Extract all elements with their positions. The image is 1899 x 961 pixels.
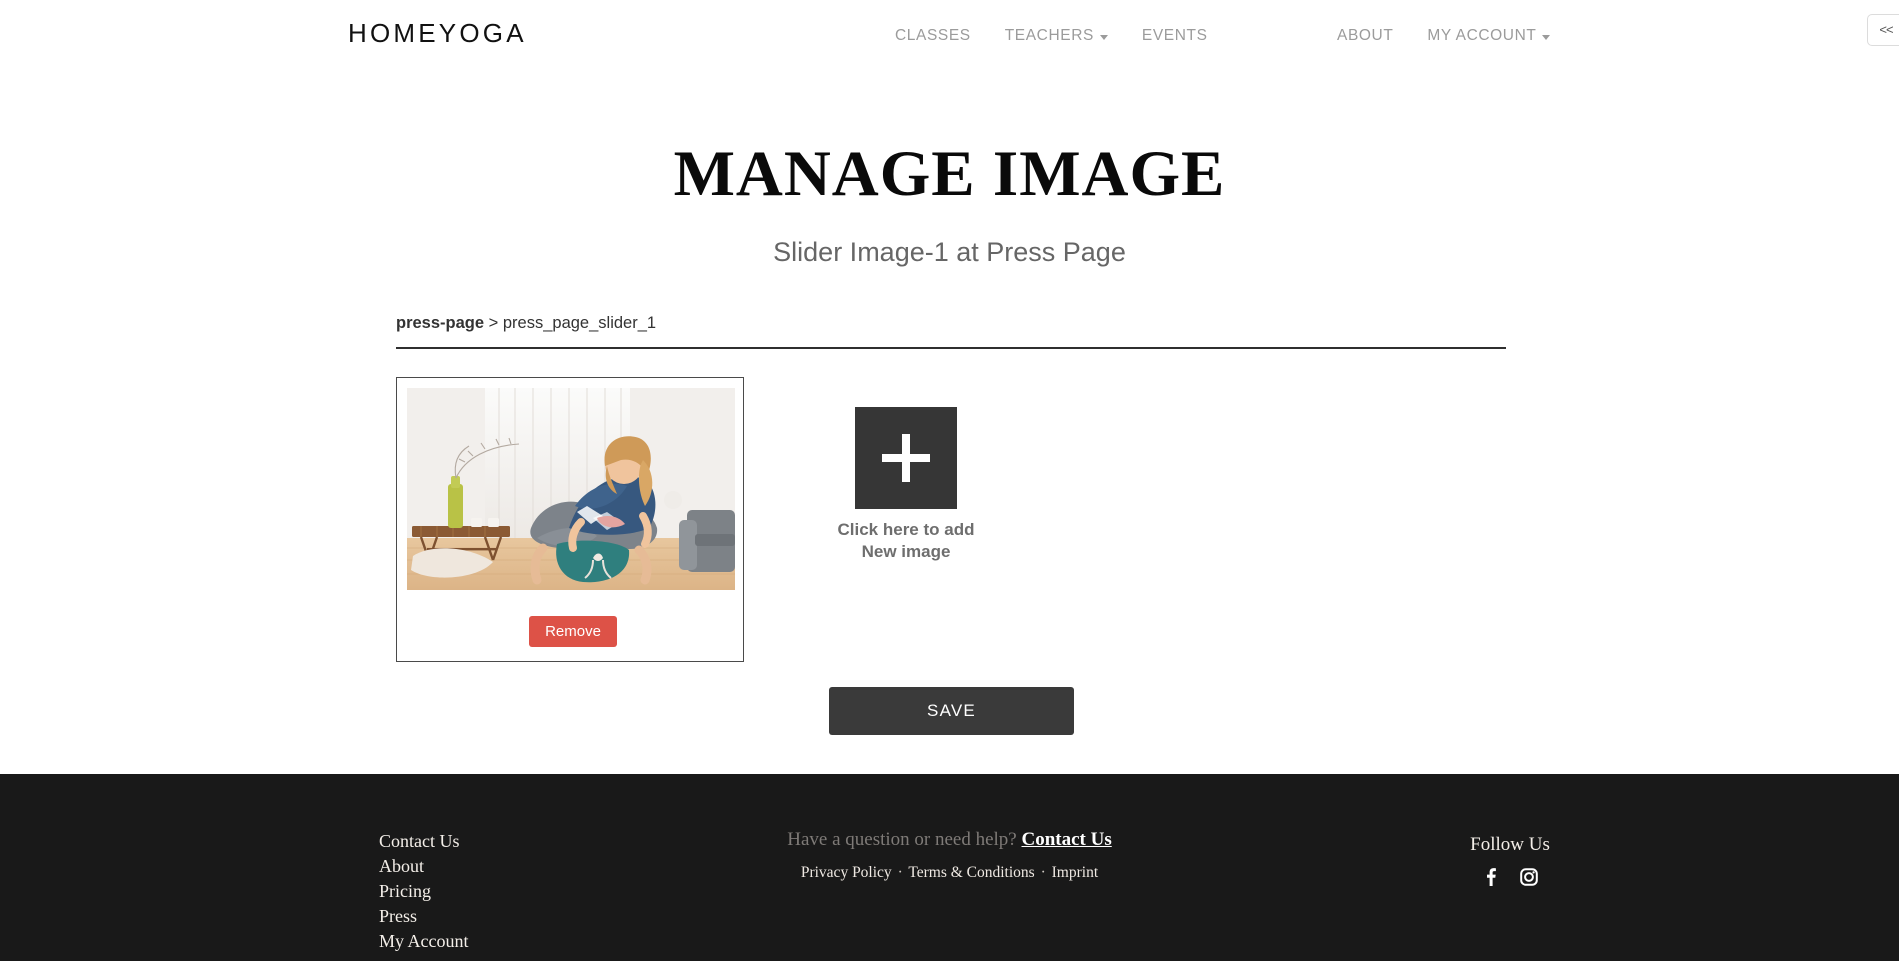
- chevron-down-icon: [1099, 34, 1108, 40]
- footer-center: Have a question or need help? Contact Us…: [0, 829, 1899, 882]
- site-logo[interactable]: HOMEYOGA: [348, 18, 527, 49]
- nav-item-label: EVENTS: [1141, 27, 1208, 44]
- nav-item-label: CLASSES: [895, 27, 971, 44]
- footer-legal-imprint[interactable]: Imprint: [1052, 864, 1099, 881]
- footer-contact-link[interactable]: Contact Us: [1022, 829, 1112, 850]
- footer-follow-section: Follow Us: [1455, 834, 1565, 886]
- footer-help-line: Have a question or need help? Contact Us: [0, 829, 1899, 851]
- nav-item-events[interactable]: EVENTS: [1142, 27, 1208, 45]
- primary-navigation: CLASSES TEACHERS EVENTS: [895, 27, 1208, 45]
- chevron-down-icon: [1542, 34, 1551, 40]
- nav-item-label: ABOUT: [1337, 27, 1394, 44]
- save-button[interactable]: SAVE: [829, 687, 1074, 735]
- footer-legal-separator: ·: [897, 864, 903, 881]
- image-card: Remove: [396, 377, 744, 662]
- nav-item-about[interactable]: ABOUT: [1337, 27, 1393, 45]
- facebook-icon[interactable]: [1482, 868, 1498, 886]
- site-header: HOMEYOGA CLASSES TEACHERS EVENTS ABOUT M…: [0, 0, 1899, 74]
- breadcrumb-separator: >: [488, 314, 499, 332]
- footer-legal-line: Privacy Policy · Terms & Conditions · Im…: [0, 864, 1899, 882]
- add-image-label-line1: Click here to add: [837, 520, 975, 539]
- secondary-navigation: ABOUT MY ACCOUNT: [1337, 27, 1551, 45]
- nav-item-my-account[interactable]: MY ACCOUNT: [1427, 27, 1551, 45]
- footer-link-my-account[interactable]: My Account: [379, 929, 469, 954]
- page-title: MANAGE IMAGE: [673, 138, 1226, 210]
- add-image-label-line2: New image: [861, 542, 951, 562]
- add-image-label: Click here to add New image: [806, 519, 1006, 563]
- instagram-icon[interactable]: [1520, 868, 1538, 886]
- social-icon-row: [1455, 868, 1565, 886]
- nav-item-label: TEACHERS: [1004, 27, 1094, 44]
- footer-legal-privacy-policy[interactable]: Privacy Policy: [801, 864, 892, 881]
- nav-item-label: MY ACCOUNT: [1427, 27, 1537, 44]
- footer-link-press[interactable]: Press: [379, 904, 469, 929]
- image-thumbnail[interactable]: [407, 388, 735, 590]
- add-image-tile: Click here to add New image: [806, 407, 1006, 563]
- remove-image-button[interactable]: Remove: [529, 616, 617, 647]
- plus-icon: [902, 434, 910, 482]
- breadcrumb: press-page > press_page_slider_1: [396, 314, 1506, 341]
- site-footer: Contact Us About Pricing Press My Accoun…: [0, 774, 1899, 961]
- image-list: Remove Click here to add New image SAVE: [396, 377, 1506, 735]
- manage-image-panel: press-page > press_page_slider_1 Remove …: [396, 314, 1506, 735]
- footer-link-pricing[interactable]: Pricing: [379, 879, 469, 904]
- breadcrumb-divider: [396, 347, 1506, 349]
- footer-help-text: Have a question or need help?: [787, 829, 1017, 850]
- footer-legal-separator: ·: [1040, 864, 1046, 881]
- nav-item-classes[interactable]: CLASSES: [895, 27, 971, 45]
- nav-item-teachers[interactable]: TEACHERS: [1005, 27, 1108, 45]
- footer-legal-terms[interactable]: Terms & Conditions: [908, 864, 1034, 881]
- breadcrumb-item-slider[interactable]: press_page_slider_1: [503, 314, 656, 332]
- main-content: MANAGE IMAGE Slider Image-1 at Press Pag…: [0, 74, 1899, 774]
- collapse-panel-button[interactable]: <<: [1867, 14, 1899, 46]
- page-subtitle: Slider Image-1 at Press Page: [773, 237, 1126, 267]
- follow-us-title: Follow Us: [1470, 834, 1550, 855]
- breadcrumb-item-page[interactable]: press-page: [396, 314, 484, 332]
- add-image-button[interactable]: [855, 407, 957, 509]
